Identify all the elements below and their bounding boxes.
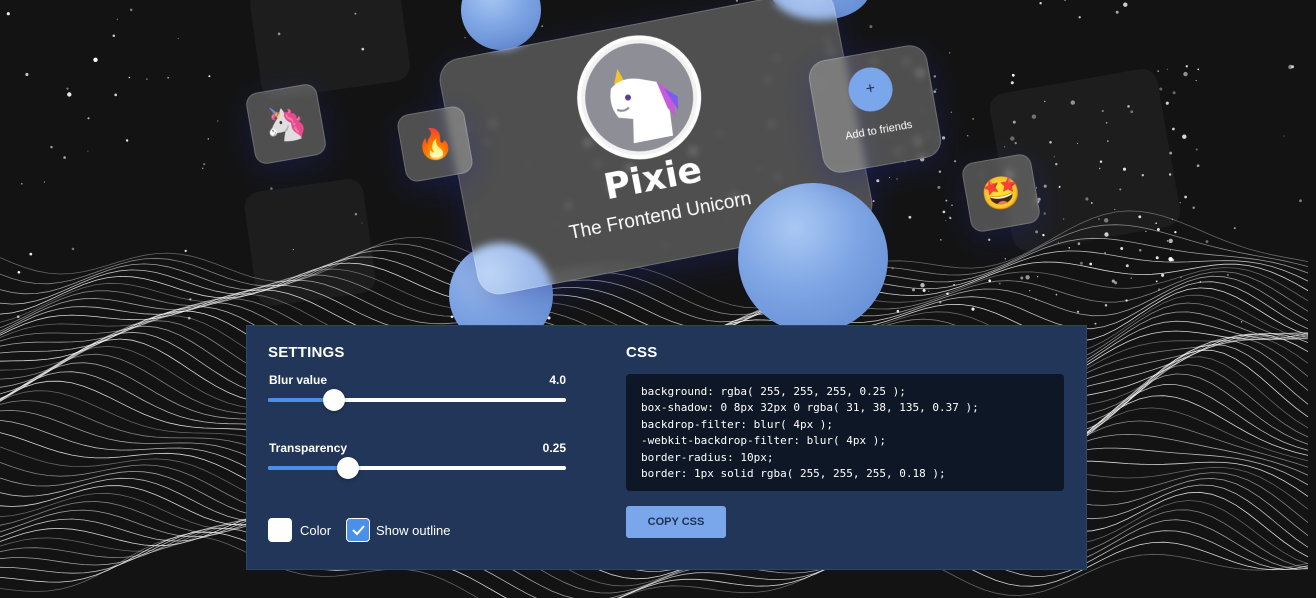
star-struck-icon: 🤩 xyxy=(978,171,1024,215)
fire-emoji-card: 🔥 xyxy=(395,104,475,184)
copy-css-button[interactable]: COPY CSS xyxy=(626,506,726,538)
blur-label: Blur value xyxy=(269,373,328,387)
blur-value: 4.0 xyxy=(549,373,566,387)
unicorn-emoji-card: 🦄 xyxy=(244,82,328,166)
decorative-panel xyxy=(242,177,378,308)
checkmark-icon xyxy=(352,525,365,536)
add-friends-card: + Add to friends xyxy=(806,42,944,176)
show-outline-checkbox[interactable] xyxy=(346,518,370,542)
color-label: Color xyxy=(300,523,332,538)
fire-icon: 🔥 xyxy=(413,124,457,164)
css-line: border: 1px solid rgba( 255, 255, 255, 0… xyxy=(641,467,946,481)
blur-slider[interactable] xyxy=(268,389,566,411)
settings-panel: SETTINGS Blur value 4.0 Transparency 0.2… xyxy=(246,325,1087,570)
blur-slider-thumb[interactable] xyxy=(323,389,345,411)
show-outline-label: Show outline xyxy=(376,523,451,538)
transparency-value: 0.25 xyxy=(542,441,566,455)
css-line: -webkit-backdrop-filter: blur( 4px ); xyxy=(641,434,887,448)
settings-title: SETTINGS xyxy=(268,344,345,361)
css-title: CSS xyxy=(626,344,658,361)
blue-sphere xyxy=(738,183,888,333)
css-line: box-shadow: 0 8px 32px 0 rgba( 31, 38, 1… xyxy=(641,401,979,415)
css-line: border-radius: 10px; xyxy=(641,450,774,464)
add-friend-button[interactable]: + xyxy=(845,63,897,115)
transparency-slider[interactable] xyxy=(268,457,566,479)
decorative-panel xyxy=(248,0,412,100)
avatar xyxy=(566,24,712,171)
unicorn-icon: 🦄 xyxy=(261,101,311,147)
color-checkbox[interactable] xyxy=(268,518,292,542)
add-friend-label: Add to friends xyxy=(844,118,914,143)
css-line: backdrop-filter: blur( 4px ); xyxy=(641,417,834,431)
star-struck-emoji-card: 🤩 xyxy=(960,152,1042,234)
transparency-slider-thumb[interactable] xyxy=(337,457,359,479)
transparency-label: Transparency xyxy=(269,441,348,455)
css-code-block: background: rgba( 255, 255, 255, 0.25 );… xyxy=(626,374,1064,491)
css-line: background: rgba( 255, 255, 255, 0.25 ); xyxy=(641,385,906,398)
blue-sphere xyxy=(461,0,541,50)
transparency-slider-fill xyxy=(268,466,348,470)
unicorn-avatar-icon xyxy=(610,69,679,144)
